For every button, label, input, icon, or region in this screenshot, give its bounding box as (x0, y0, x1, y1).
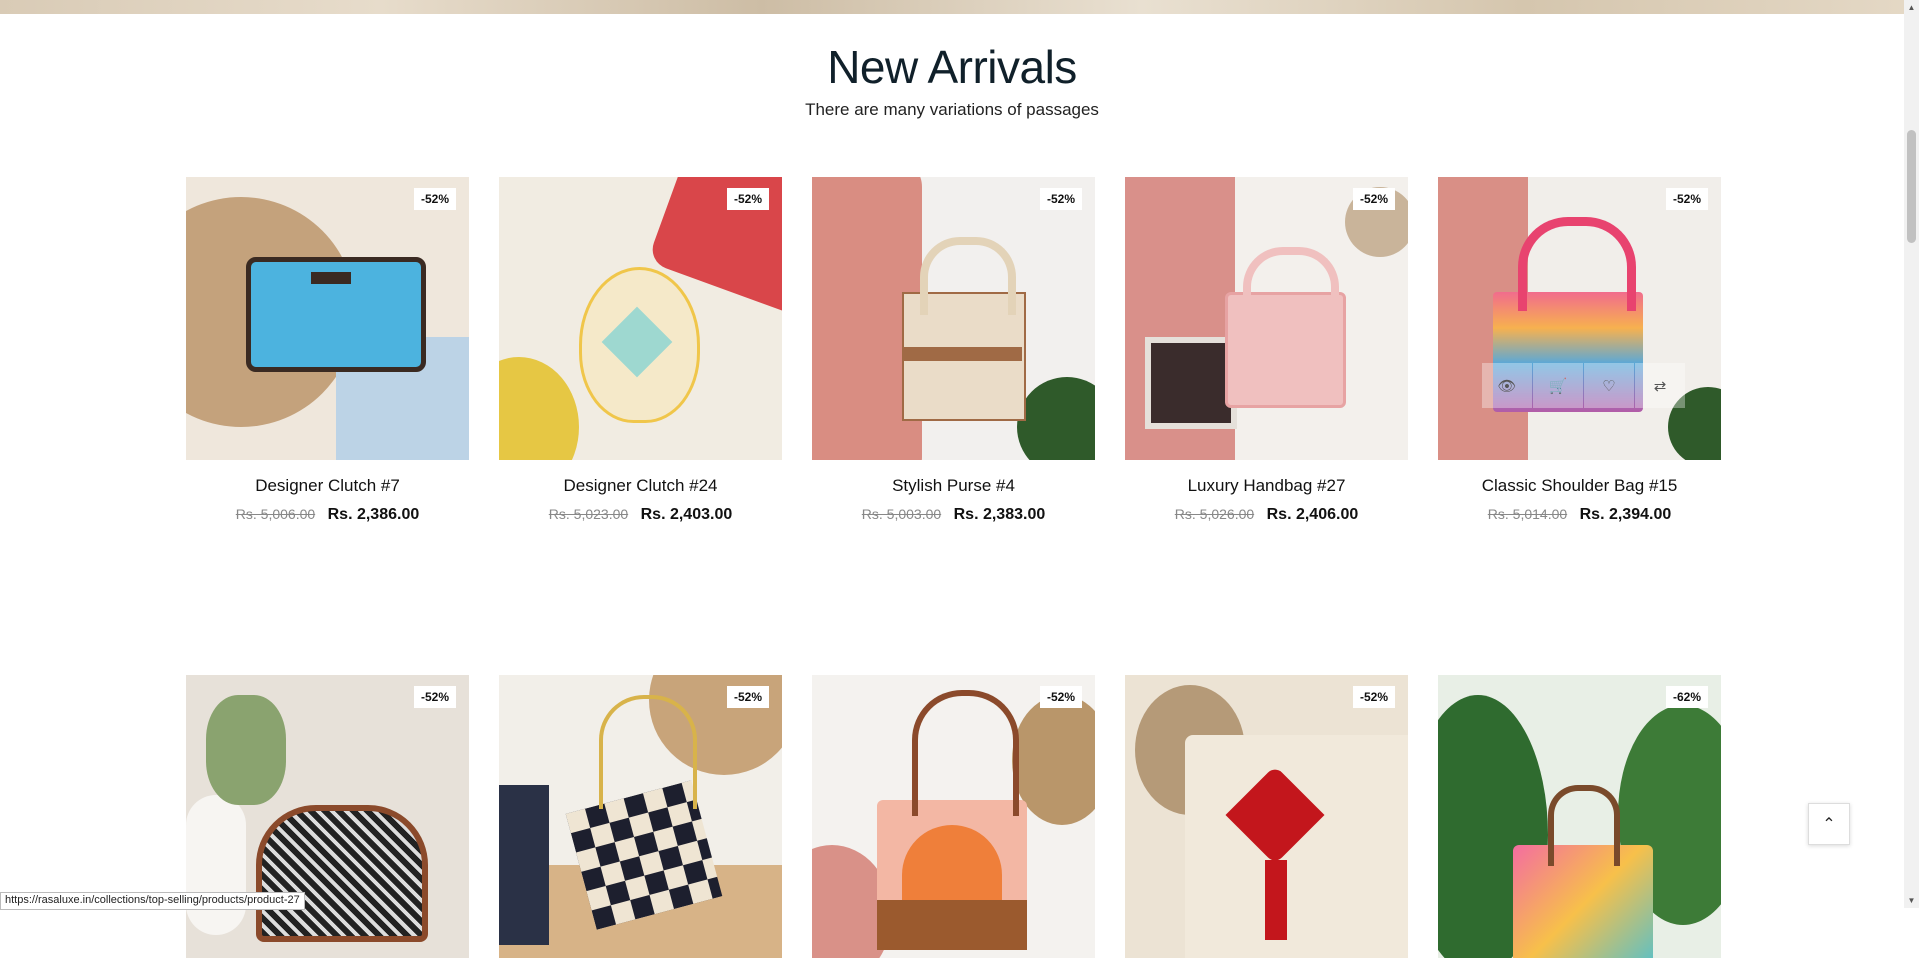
product-card[interactable]: -52% Designer Clutch #7 Rs. 5,006.00 Rs.… (186, 177, 469, 524)
product-name[interactable]: Luxury Handbag #27 (1125, 476, 1408, 496)
discount-badge: -52% (726, 188, 769, 210)
status-bar-url: https://rasaluxe.in/collections/top-sell… (0, 892, 305, 910)
sale-price: Rs. 2,386.00 (327, 506, 420, 523)
add-to-cart-button[interactable]: 🛒 (1533, 363, 1583, 408)
product-name[interactable]: Designer Clutch #24 (499, 476, 782, 496)
product-price: Rs. 5,014.00 Rs. 2,394.00 (1438, 506, 1721, 524)
top-banner-image (0, 0, 1904, 14)
original-price: Rs. 5,003.00 (861, 506, 942, 522)
product-card[interactable]: -52% (499, 675, 782, 974)
original-price: Rs. 5,006.00 (235, 506, 316, 522)
sale-price: Rs. 2,383.00 (953, 506, 1046, 523)
product-price: Rs. 5,003.00 Rs. 2,383.00 (812, 506, 1095, 524)
sale-price: Rs. 2,403.00 (640, 506, 733, 523)
product-card[interactable]: -62% (1438, 675, 1721, 974)
sale-price: Rs. 2,406.00 (1266, 506, 1359, 523)
product-grid: -52% Designer Clutch #7 Rs. 5,006.00 Rs.… (186, 177, 1721, 974)
product-image[interactable]: -52% (499, 177, 782, 460)
quick-view-button[interactable]: 👁 (1482, 363, 1532, 408)
product-image[interactable]: -52% (186, 177, 469, 460)
product-image[interactable]: -52% (1125, 177, 1408, 460)
product-image[interactable]: -52% (499, 675, 782, 958)
chevron-up-icon: ⌃ (1822, 816, 1836, 833)
product-card[interactable]: -52% Designer Clutch #24 Rs. 5,023.00 Rs… (499, 177, 782, 524)
original-price: Rs. 5,026.00 (1174, 506, 1255, 522)
product-name[interactable]: Stylish Purse #4 (812, 476, 1095, 496)
product-card[interactable]: -52% (1125, 675, 1408, 974)
product-card[interactable]: -52% (812, 675, 1095, 974)
scrollbar-thumb[interactable] (1907, 130, 1916, 243)
compare-button[interactable]: ⇄ (1635, 363, 1685, 408)
discount-badge: -62% (1665, 686, 1708, 708)
product-name[interactable]: Designer Clutch #7 (186, 476, 469, 496)
discount-badge: -52% (726, 686, 769, 708)
scroll-down-arrow-icon[interactable]: ▼ (1904, 893, 1919, 908)
product-card[interactable]: -52% Stylish Purse #4 Rs. 5,003.00 Rs. 2… (812, 177, 1095, 524)
product-price: Rs. 5,023.00 Rs. 2,403.00 (499, 506, 782, 524)
add-to-wishlist-button[interactable]: ♡ (1584, 363, 1634, 408)
discount-badge: -52% (1665, 188, 1708, 210)
discount-badge: -52% (1352, 686, 1395, 708)
product-image[interactable]: -52% (1125, 675, 1408, 958)
section-title: New Arrivals (827, 41, 1077, 93)
sale-price: Rs. 2,394.00 (1579, 506, 1672, 523)
section-subtitle: There are many variations of passages (805, 100, 1099, 119)
product-price: Rs. 5,026.00 Rs. 2,406.00 (1125, 506, 1408, 524)
scroll-to-top-button[interactable]: ⌃ (1808, 803, 1850, 845)
original-price: Rs. 5,023.00 (548, 506, 629, 522)
discount-badge: -52% (1039, 188, 1082, 210)
discount-badge: -52% (1039, 686, 1082, 708)
discount-badge: -52% (413, 686, 456, 708)
product-card[interactable]: -52% Luxury Handbag #27 Rs. 5,026.00 Rs.… (1125, 177, 1408, 524)
compare-icon: ⇄ (1653, 377, 1667, 395)
product-card[interactable]: -52% (186, 675, 469, 974)
original-price: Rs. 5,014.00 (1487, 506, 1568, 522)
heart-icon: ♡ (1602, 377, 1616, 395)
product-image[interactable]: -62% (1438, 675, 1721, 958)
discount-badge: -52% (1352, 188, 1395, 210)
product-image[interactable]: -52% (186, 675, 469, 958)
product-image[interactable]: -52% (812, 675, 1095, 958)
eye-icon: 👁 (1497, 377, 1517, 395)
cart-icon: 🛒 (1548, 377, 1568, 395)
product-image[interactable]: 👁 🛒 ♡ ⇄ -52% (1438, 177, 1721, 460)
hover-actions: 👁 🛒 ♡ ⇄ (1482, 363, 1686, 408)
discount-badge: -52% (413, 188, 456, 210)
product-image[interactable]: -52% (812, 177, 1095, 460)
scroll-up-arrow-icon[interactable]: ▲ (1904, 0, 1919, 15)
product-price: Rs. 5,006.00 Rs. 2,386.00 (186, 506, 469, 524)
product-name[interactable]: Classic Shoulder Bag #15 (1438, 476, 1721, 496)
product-card[interactable]: 👁 🛒 ♡ ⇄ -52% Classic Shoulder Bag #15 Rs… (1438, 177, 1721, 524)
